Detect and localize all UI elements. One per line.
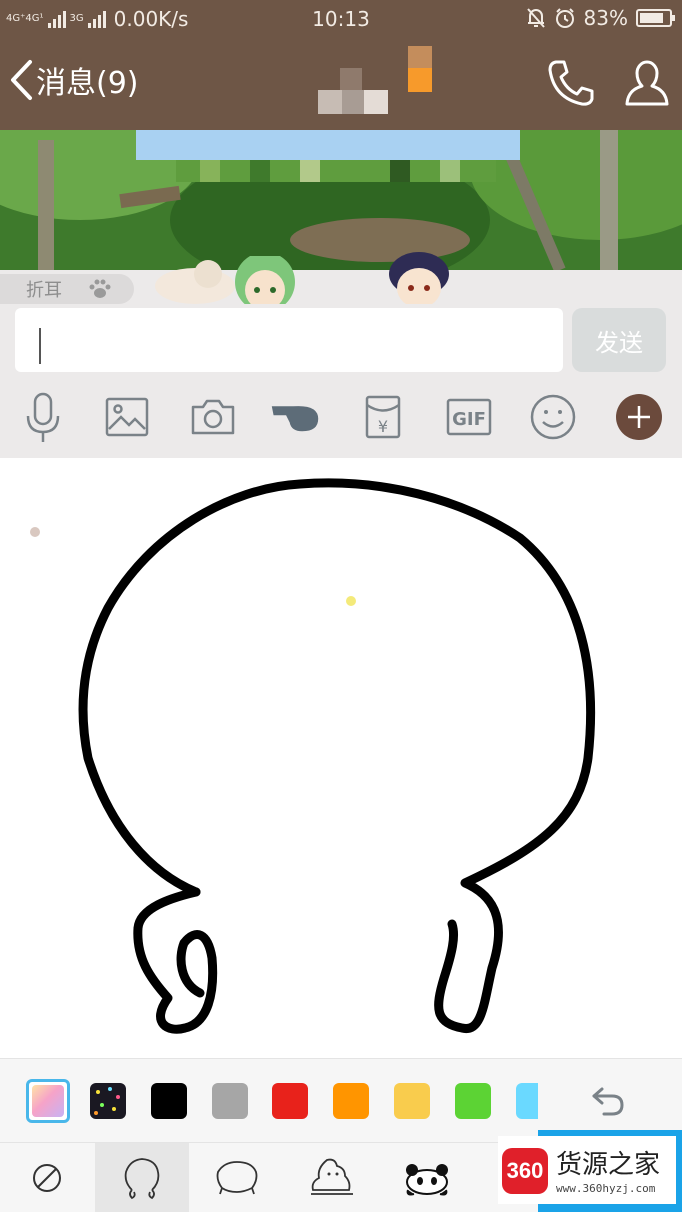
text-caret <box>39 328 41 364</box>
collapse-row: 折耳 <box>0 252 682 308</box>
status-bar: 4G⁺4G¹ 3G 0.00K/s 10:13 83% <box>0 0 682 38</box>
contact-title-mosaic <box>318 68 388 114</box>
undo-button[interactable] <box>588 1081 628 1125</box>
poke-icon[interactable] <box>270 392 320 442</box>
round-head-outline-icon <box>124 1158 160 1200</box>
gif-icon[interactable]: GIF <box>444 392 494 442</box>
shape-panda[interactable] <box>380 1143 474 1212</box>
gif-icon-label: GIF <box>452 409 486 430</box>
shape-none[interactable] <box>0 1143 94 1212</box>
fold-ear-label: 折耳 <box>26 280 62 301</box>
red-color-swatch[interactable] <box>272 1083 308 1119</box>
boy-sticker <box>389 252 449 308</box>
shape-sitting-figure[interactable] <box>285 1143 379 1212</box>
watermark-url: www.360hyzj.com <box>556 1182 656 1195</box>
image-icon[interactable] <box>102 392 152 442</box>
message-input[interactable] <box>15 308 563 372</box>
chevron-left-icon <box>11 60 32 100</box>
camera-icon[interactable] <box>188 392 238 442</box>
yellow-color-swatch[interactable] <box>394 1083 430 1119</box>
glitter-color-swatch[interactable] <box>90 1083 126 1119</box>
input-row: 发送 <box>0 304 682 380</box>
back-label: 消息(9) <box>36 66 139 101</box>
watermark-card: 360 货源之家 www.360hyzj.com <box>498 1136 676 1204</box>
nav-bar: 消息(9) <box>0 38 682 130</box>
orange-color-swatch[interactable] <box>333 1083 369 1119</box>
forest-scene-image <box>0 130 682 270</box>
green-color-swatch[interactable] <box>455 1083 491 1119</box>
black-color-swatch[interactable] <box>151 1083 187 1119</box>
status-right: 83% <box>526 6 675 30</box>
watermark-logo: 360 <box>502 1148 548 1194</box>
cat-and-girl-sticker <box>155 256 295 308</box>
red-packet-icon[interactable]: ¥ <box>358 392 408 442</box>
profile-icon[interactable] <box>624 58 670 108</box>
oval-head-outline-icon <box>216 1161 258 1195</box>
back-button[interactable]: 消息(9) <box>8 58 139 102</box>
shape-round-head[interactable] <box>95 1143 189 1212</box>
panda-icon <box>406 1164 448 1196</box>
none-icon <box>33 1164 61 1192</box>
input-toolbar: ¥ GIF <box>0 380 682 458</box>
plus-icon[interactable] <box>614 392 664 442</box>
watermark-title: 货源之家 <box>556 1150 661 1180</box>
site-watermark: 360 货源之家 www.360hyzj.com <box>498 1130 682 1212</box>
shape-oval-head[interactable] <box>190 1143 284 1212</box>
emoji-icon[interactable] <box>528 392 578 442</box>
undo-icon <box>592 1087 624 1116</box>
paw-icon <box>89 279 111 298</box>
bell-muted-icon <box>526 8 545 28</box>
phone-icon[interactable] <box>546 58 594 108</box>
battery-percent: 83% <box>583 6 628 30</box>
alarm-icon <box>555 8 574 28</box>
doodle-drawing <box>30 478 596 1034</box>
battery-fill <box>640 13 663 23</box>
gray-color-swatch[interactable] <box>212 1083 248 1119</box>
microphone-icon[interactable] <box>18 392 68 442</box>
send-button[interactable]: 发送 <box>572 308 666 372</box>
fold-ear-button[interactable]: 折耳 <box>0 274 134 304</box>
cyan-color-swatch[interactable] <box>516 1083 538 1119</box>
gradient-color-swatch[interactable] <box>26 1079 70 1123</box>
status-mosaic <box>408 46 432 92</box>
chat-background-banner <box>0 130 682 270</box>
doodle-canvas[interactable] <box>0 458 682 1058</box>
battery-icon <box>636 9 675 27</box>
red-packet-symbol: ¥ <box>378 417 388 436</box>
sitting-figure-icon <box>311 1158 353 1195</box>
